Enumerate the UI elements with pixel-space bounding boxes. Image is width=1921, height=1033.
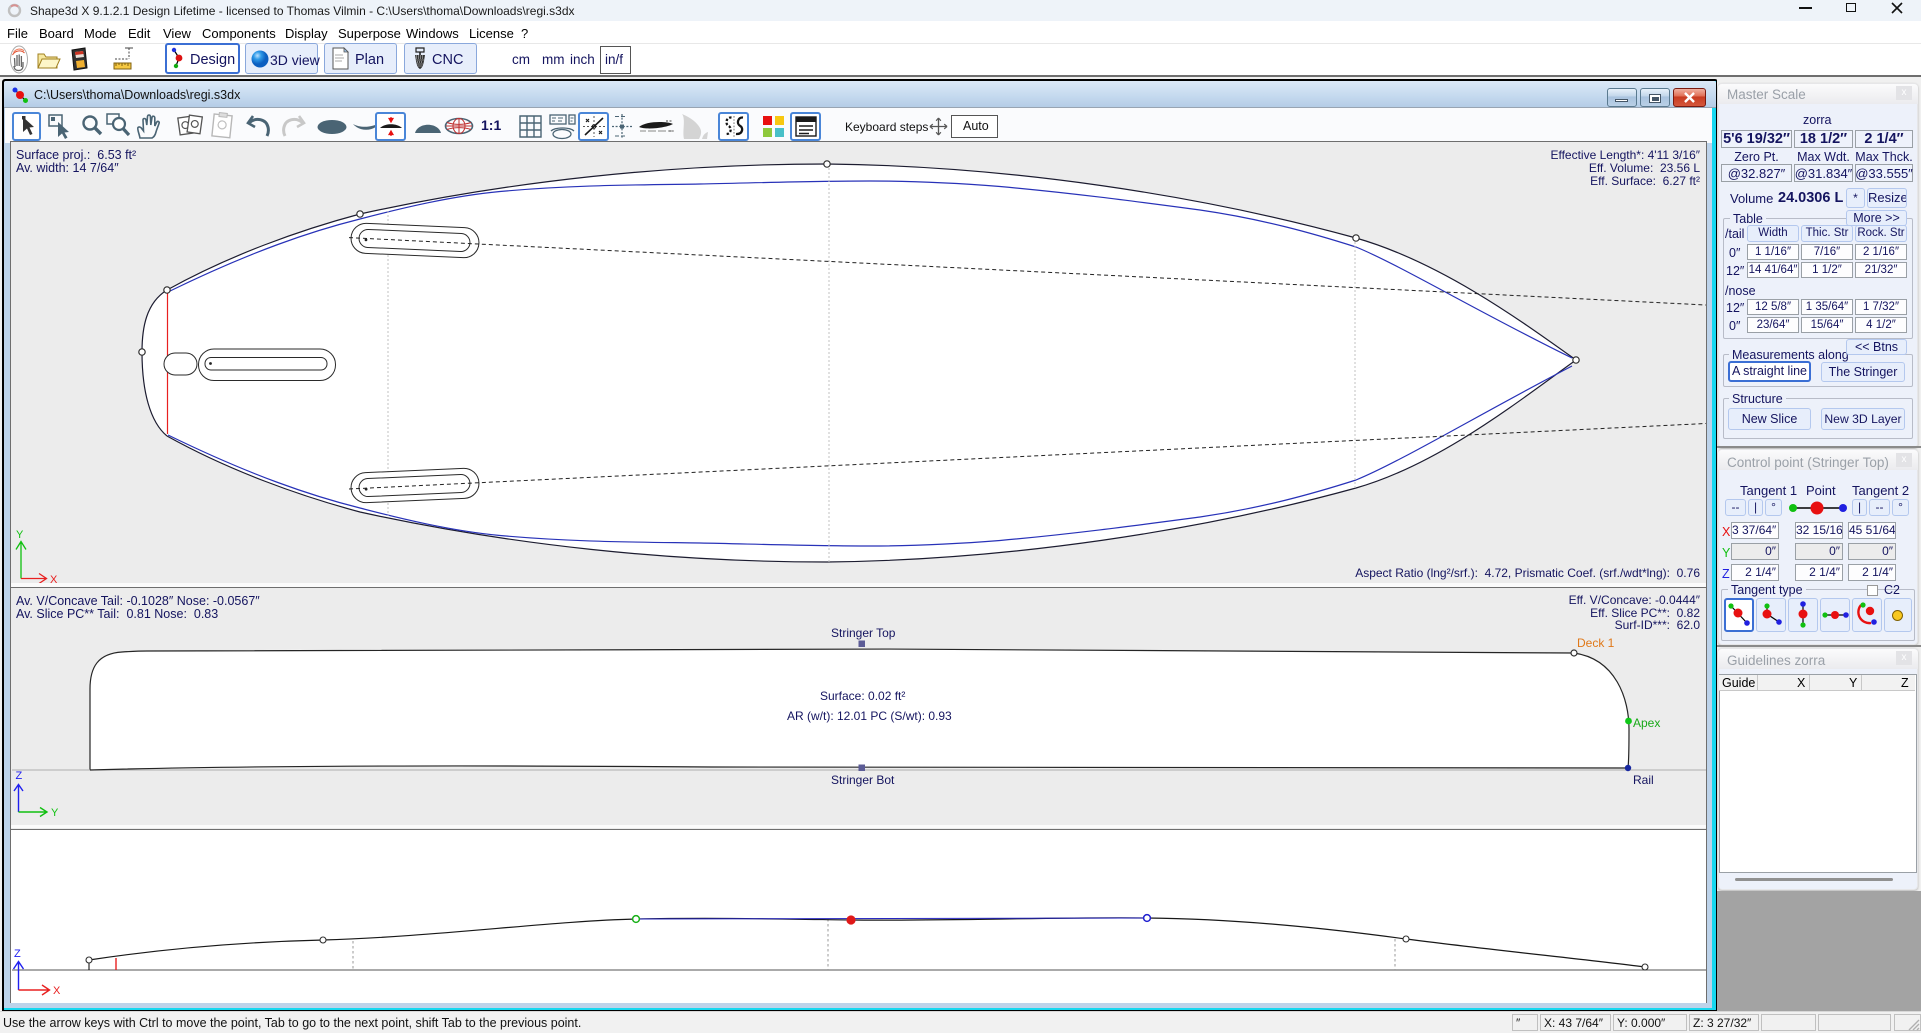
svg-text:Z: Z [16,770,23,782]
svg-text:Y: Y [16,529,24,541]
svg-text:X: X [53,985,61,997]
svg-text:Z: Z [14,948,21,960]
svg-text:Y: Y [51,807,59,819]
